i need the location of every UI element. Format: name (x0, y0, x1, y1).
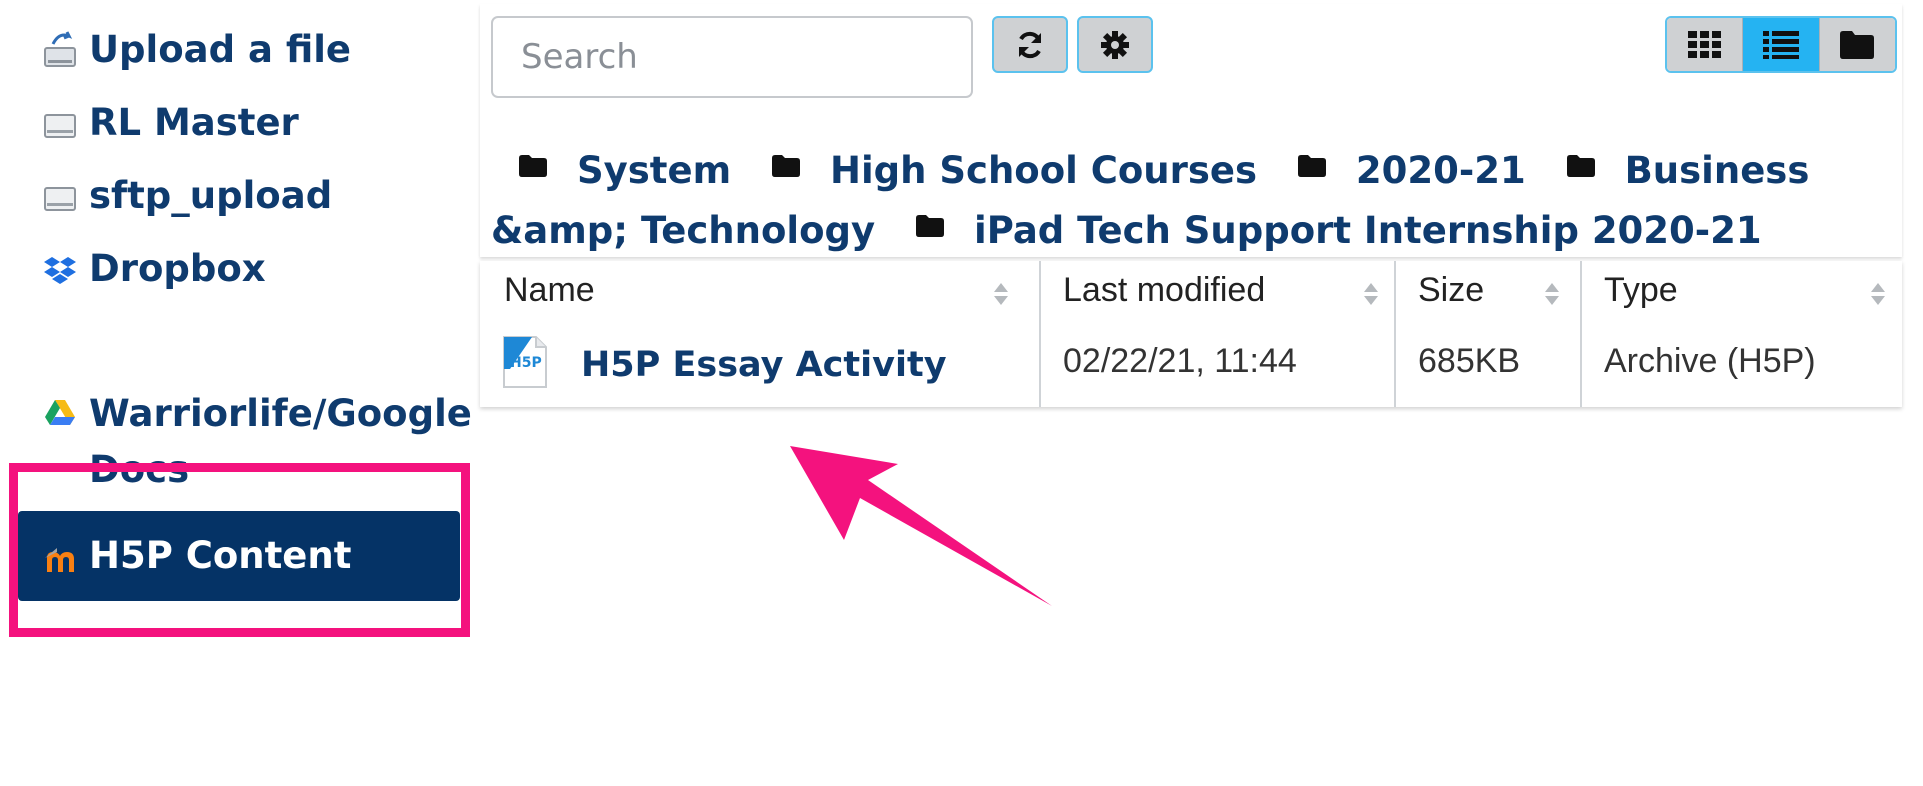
sidebar-item-rl-master[interactable]: RL Master (43, 97, 299, 149)
sidebar-item-upload[interactable]: Upload a file (43, 24, 351, 76)
column-last-modified: Last modified 02/22/21, 11:44 (1039, 261, 1394, 407)
grid-icon (1687, 30, 1721, 58)
header-size[interactable]: Size (1418, 271, 1484, 310)
breadcrumb-label: System (577, 149, 732, 192)
settings-button[interactable] (1077, 16, 1153, 73)
view-switcher (1665, 16, 1897, 73)
column-name: Name H5P H5P Essay Activity (480, 261, 1039, 407)
breadcrumb-item-ipad-tech-support[interactable]: iPad Tech Support Internship 2020-21 (888, 209, 1762, 252)
refresh-button[interactable] (992, 16, 1068, 73)
list-icon (1762, 30, 1799, 59)
breadcrumb-label: 2020-21 (1355, 149, 1526, 192)
folder-icon (916, 198, 945, 252)
server-icon (43, 170, 77, 222)
google-drive-icon (43, 386, 77, 438)
server-icon (43, 97, 77, 149)
breadcrumb-item-system[interactable]: System (491, 149, 731, 192)
file-browser-panel: System High School Courses 2020-21 Busin… (480, 4, 1902, 786)
svg-text:H5P: H5P (510, 355, 542, 371)
sort-icon[interactable] (1870, 281, 1886, 307)
file-type: Archive (H5P) (1604, 342, 1816, 380)
view-icons-button[interactable] (1667, 18, 1743, 71)
column-type: Type Archive (H5P) (1580, 261, 1902, 407)
sidebar-item-google-docs[interactable]: Warriorlife/Google Docs (43, 386, 472, 491)
sidebar-item-label: H5P Content (89, 534, 352, 577)
breadcrumb-label: iPad Tech Support Internship 2020-21 (974, 209, 1762, 252)
folder-icon (1566, 138, 1595, 192)
h5p-moodle-icon (43, 536, 77, 576)
gear-icon (1101, 30, 1129, 59)
upload-icon (43, 24, 77, 76)
sidebar-item-label: Warriorlife/Google Docs (89, 392, 472, 491)
folder-icon (1840, 30, 1875, 59)
refresh-icon (1019, 31, 1041, 58)
column-size: Size 685KB (1394, 261, 1580, 407)
view-tree-button[interactable] (1818, 18, 1895, 71)
folder-icon (1297, 138, 1326, 192)
sidebar-item-h5p-content[interactable]: H5P Content (18, 511, 460, 601)
header-name[interactable]: Name (504, 271, 595, 310)
file-modified: 02/22/21, 11:44 (1063, 342, 1297, 380)
sort-icon[interactable] (993, 281, 1009, 307)
sidebar-item-label: sftp_upload (89, 174, 333, 217)
folder-icon (519, 138, 547, 192)
header-last-modified[interactable]: Last modified (1063, 271, 1265, 310)
file-name-link[interactable]: H5P Essay Activity (581, 345, 947, 385)
dropbox-icon (43, 243, 77, 295)
file-picker: Upload a file RL Master sftp_upload Drop… (0, 0, 1923, 786)
sort-icon[interactable] (1544, 281, 1560, 307)
breadcrumb-item-high-school-courses[interactable]: High School Courses (744, 149, 1257, 192)
file-size: 685KB (1418, 342, 1521, 380)
sidebar-item-dropbox[interactable]: Dropbox (43, 243, 266, 295)
file-table: Name H5P H5P Essay Activity Last modifie… (480, 261, 1902, 407)
folder-icon (772, 138, 801, 192)
sort-icon[interactable] (1363, 281, 1379, 307)
header-type[interactable]: Type (1604, 271, 1678, 310)
breadcrumb-item-2020-21[interactable]: 2020-21 (1270, 149, 1526, 192)
file-browser-header: System High School Courses 2020-21 Busin… (480, 4, 1902, 257)
view-list-button[interactable] (1742, 18, 1819, 71)
sidebar-item-sftp-upload[interactable]: sftp_upload (43, 170, 332, 222)
breadcrumb-label: High School Courses (830, 149, 1257, 192)
repository-sidebar: Upload a file RL Master sftp_upload Drop… (0, 0, 478, 786)
search-input[interactable] (491, 16, 973, 98)
sidebar-item-label: Upload a file (89, 28, 352, 71)
h5p-file-icon: H5P (503, 336, 547, 388)
sidebar-item-label: Dropbox (89, 247, 266, 290)
breadcrumb: System High School Courses 2020-21 Busin… (491, 138, 1891, 258)
sidebar-item-label: RL Master (89, 101, 299, 144)
